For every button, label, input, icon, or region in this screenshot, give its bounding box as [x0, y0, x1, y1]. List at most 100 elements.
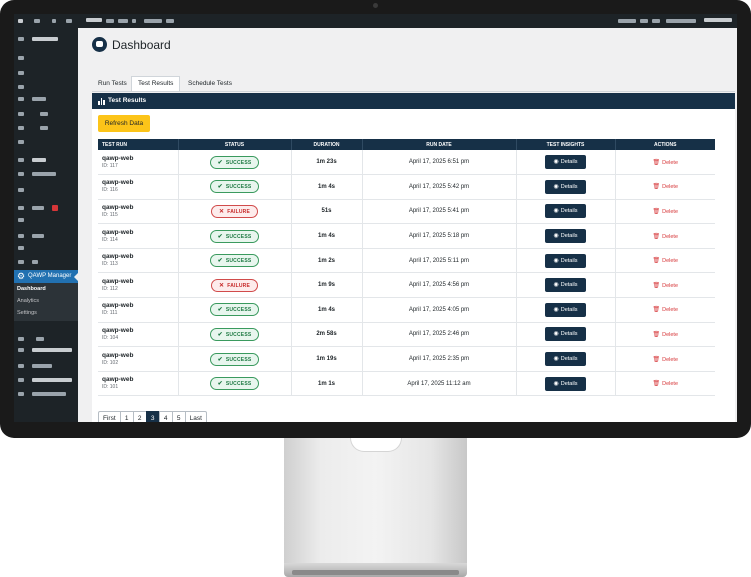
sidebar-item-placeholder[interactable]: [32, 97, 46, 101]
check-circle-icon: ✔: [217, 356, 223, 363]
user-account-placeholder[interactable]: [704, 18, 732, 22]
admin-bar-placeholder: [652, 19, 660, 23]
delete-button[interactable]: 🗑 Delete: [652, 184, 678, 190]
pagination-4[interactable]: 4: [158, 411, 173, 422]
submenu-item-analytics[interactable]: Analytics: [17, 297, 39, 305]
sidebar-item-placeholder[interactable]: [18, 126, 24, 130]
delete-button[interactable]: 🗑 Delete: [652, 283, 678, 289]
pagination-last[interactable]: Last: [184, 411, 207, 422]
delete-button[interactable]: 🗑 Delete: [652, 307, 678, 313]
sidebar-item-qawp-manager[interactable]: ⚙ QAWP Manager: [14, 270, 78, 283]
sidebar-item-placeholder[interactable]: [18, 206, 24, 210]
actions-cell: 🗑 Delete: [615, 199, 715, 225]
sidebar-item-placeholder[interactable]: [18, 392, 24, 396]
sidebar-item-placeholder[interactable]: [36, 337, 44, 341]
duration-cell: 1m 4s: [291, 297, 363, 323]
sidebar-item-placeholder[interactable]: [18, 348, 24, 352]
submenu-item-settings[interactable]: Settings: [17, 309, 37, 317]
duration-cell: 51s: [291, 199, 363, 225]
sidebar-item-placeholder[interactable]: [40, 112, 48, 116]
delete-button[interactable]: 🗑 Delete: [652, 209, 678, 215]
status-cell: ✔ SUCCESS: [178, 371, 292, 397]
sidebar-item-placeholder[interactable]: [18, 378, 24, 382]
sidebar-item-placeholder[interactable]: [18, 56, 24, 60]
table-body: qawp-web ID: 117 ✔ SUCCESS 1m 23s April 17, 2…: [98, 150, 715, 397]
delete-button[interactable]: 🗑 Delete: [652, 258, 678, 264]
delete-button[interactable]: 🗑 Delete: [652, 234, 678, 240]
delete-button[interactable]: 🗑 Delete: [652, 357, 678, 363]
sidebar-item-placeholder[interactable]: [18, 364, 24, 368]
sidebar-item-placeholder[interactable]: [32, 364, 52, 368]
delete-button[interactable]: 🗑 Delete: [652, 160, 678, 166]
tab-test-results[interactable]: Test Results: [131, 76, 181, 92]
pagination-2[interactable]: 2: [132, 411, 147, 422]
sidebar-item-placeholder[interactable]: [18, 158, 24, 162]
insights-cell: ◉ Details: [516, 150, 616, 176]
details-label: Details: [560, 257, 578, 264]
sidebar-item-placeholder[interactable]: [18, 337, 24, 341]
sidebar-item-placeholder[interactable]: [18, 140, 24, 144]
details-button[interactable]: ◉ Details: [545, 179, 586, 194]
sidebar-item-placeholder[interactable]: [32, 37, 58, 41]
site-name-placeholder[interactable]: [86, 18, 102, 22]
run-name: qawp-web: [102, 253, 134, 261]
column-header-test-run[interactable]: TEST RUN: [98, 139, 179, 150]
admin-bar-placeholder: [118, 19, 128, 23]
details-button[interactable]: ◉ Details: [545, 278, 586, 293]
sidebar-item-placeholder[interactable]: [18, 260, 24, 264]
sidebar-item-placeholder[interactable]: [18, 188, 24, 192]
panel-header: Test Results: [92, 93, 735, 109]
details-button[interactable]: ◉ Details: [545, 229, 586, 244]
sidebar-item-placeholder[interactable]: [32, 206, 44, 210]
column-header-status[interactable]: STATUS: [178, 139, 292, 150]
sidebar-item-placeholder[interactable]: [18, 71, 24, 75]
sidebar-item-placeholder[interactable]: [18, 234, 24, 238]
refresh-data-button[interactable]: Refresh Data: [98, 115, 150, 132]
details-button[interactable]: ◉ Details: [545, 352, 586, 367]
pagination-5[interactable]: 5: [171, 411, 186, 422]
insights-cell: ◉ Details: [516, 371, 616, 397]
delete-button[interactable]: 🗑 Delete: [652, 381, 678, 387]
sidebar-item-placeholder[interactable]: [18, 37, 24, 41]
column-header-run-date[interactable]: RUN DATE: [362, 139, 517, 150]
details-button[interactable]: ◉ Details: [545, 204, 586, 219]
pagination-first[interactable]: First: [98, 411, 121, 422]
sidebar-item-placeholder[interactable]: [32, 158, 46, 162]
details-button[interactable]: ◉ Details: [545, 376, 586, 391]
run-name: qawp-web: [102, 326, 134, 334]
submenu-item-dashboard[interactable]: Dashboard: [17, 285, 46, 293]
details-button[interactable]: ◉ Details: [545, 302, 586, 317]
sidebar-item-placeholder[interactable]: [18, 112, 24, 116]
sidebar-item-placeholder[interactable]: [40, 126, 48, 130]
monitor-stand: [284, 438, 467, 563]
run-id: ID: 101: [102, 384, 119, 391]
sidebar-item-placeholder[interactable]: [32, 234, 44, 238]
sidebar-item-placeholder[interactable]: [18, 246, 24, 250]
sidebar-item-placeholder[interactable]: [18, 172, 24, 176]
sidebar-item-placeholder[interactable]: [32, 378, 72, 382]
tab-schedule-tests[interactable]: Schedule Tests: [182, 76, 238, 92]
pagination-3[interactable]: 3: [145, 411, 160, 422]
sidebar-item-placeholder[interactable]: [32, 172, 56, 176]
column-header-duration[interactable]: DURATION: [291, 139, 363, 150]
details-button[interactable]: ◉ Details: [545, 155, 586, 170]
details-label: Details: [560, 356, 578, 363]
sidebar-item-placeholder[interactable]: [18, 85, 24, 89]
delete-button[interactable]: 🗑 Delete: [652, 332, 678, 338]
insights-cell: ◉ Details: [516, 199, 616, 225]
details-label: Details: [560, 183, 578, 190]
sidebar-item-placeholder[interactable]: [18, 218, 24, 222]
sidebar-item-placeholder[interactable]: [32, 348, 72, 352]
wp-logo-placeholder[interactable]: [18, 19, 23, 23]
run-date-cell: April 17, 2025 5:18 pm: [362, 223, 517, 249]
actions-cell: 🗑 Delete: [615, 297, 715, 323]
actions-cell: 🗑 Delete: [615, 346, 715, 372]
details-button[interactable]: ◉ Details: [545, 253, 586, 268]
status-badge: ✔ SUCCESS: [209, 180, 260, 194]
sidebar-item-placeholder[interactable]: [32, 392, 66, 396]
tab-run-tests[interactable]: Run Tests: [92, 76, 133, 92]
sidebar-item-placeholder[interactable]: [32, 260, 38, 264]
pagination-1[interactable]: 1: [119, 411, 134, 422]
sidebar-item-placeholder[interactable]: [18, 97, 24, 101]
details-button[interactable]: ◉ Details: [545, 327, 586, 342]
